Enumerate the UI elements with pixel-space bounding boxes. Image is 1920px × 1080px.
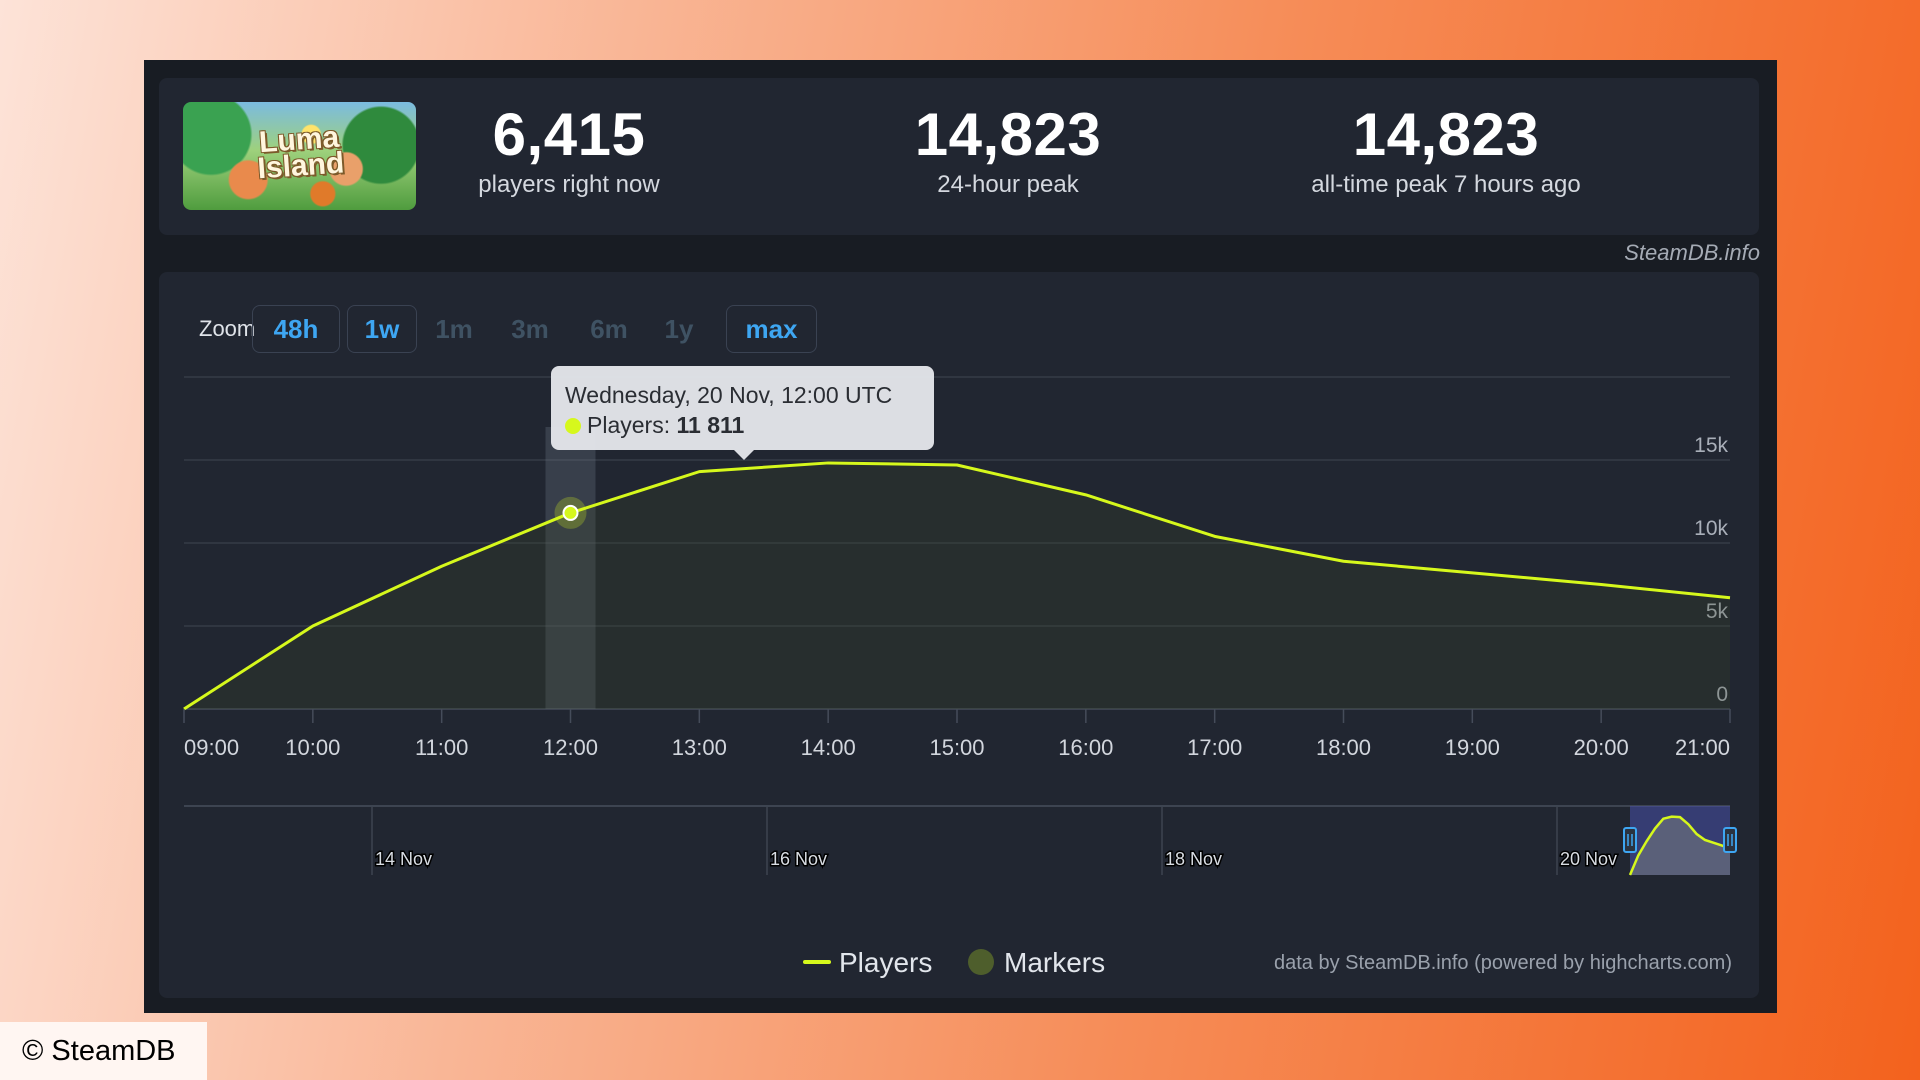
peak-24h-label: 24-hour peak — [937, 171, 1079, 198]
x-tick-label: 18:00 — [1316, 735, 1371, 760]
legend-label-markers: Markers — [1004, 947, 1106, 978]
current-players-value: 6,415 — [492, 101, 646, 168]
x-tick-label: 14:00 — [801, 735, 856, 760]
chart-tooltip: Wednesday, 20 Nov, 12:00 UTC Players: 11… — [551, 366, 934, 460]
x-tick-label: 17:00 — [1187, 735, 1242, 760]
hover-point-marker — [562, 504, 579, 521]
all-time-peak-label: all-time peak 7 hours ago — [1311, 171, 1581, 198]
copyright-notice: © SteamDB — [0, 1022, 207, 1080]
markers-dot-icon — [968, 949, 994, 975]
x-tick-label: 15:00 — [929, 735, 984, 760]
tooltip-series-dot-icon — [565, 418, 581, 434]
legend-item-players[interactable]: Players — [803, 947, 932, 979]
stat-all-time-peak: 14,823 all-time peak 7 hours ago — [1246, 100, 1646, 200]
x-tick-label: 10:00 — [285, 735, 340, 760]
x-tick-label: 19:00 — [1445, 735, 1500, 760]
current-players-label: players right now — [478, 171, 660, 198]
legend-label-players: Players — [839, 947, 933, 978]
navigator-left-handle[interactable] — [1623, 827, 1637, 853]
x-tick-label: 20:00 — [1574, 735, 1629, 760]
x-tick-label: 13:00 — [672, 735, 727, 760]
chart-card: Zoom 48h 1w 1m 3m 6m 1y max 05k10k15k09:… — [159, 272, 1759, 998]
stat-current-players: 6,415 players right now — [369, 100, 769, 200]
steamdb-panel: Luma Island 6,415 players right now 14,8… — [144, 60, 1777, 1013]
tooltip-series-row: Players: 11 811 — [565, 410, 920, 440]
chart-credits-link[interactable]: data by SteamDB.info (powered by highcha… — [1274, 952, 1732, 975]
navigator-date-label: 18 Nov — [1165, 849, 1222, 869]
navigator-date-label: 20 Nov — [1560, 849, 1617, 869]
players-area-fill — [184, 462, 1730, 709]
stat-24h-peak: 14,823 24-hour peak — [808, 100, 1208, 200]
all-time-peak-value: 14,823 — [1352, 101, 1540, 168]
x-tick-label: 16:00 — [1058, 735, 1113, 760]
legend-item-markers[interactable]: Markers — [968, 947, 1105, 979]
steamdb-watermark: SteamDB.info — [1624, 240, 1760, 265]
peak-24h-value: 14,823 — [914, 101, 1102, 168]
navigator-date-label: 16 Nov — [770, 849, 827, 869]
players-line-icon — [803, 960, 831, 964]
y-tick-label: 15k — [1694, 434, 1728, 457]
x-tick-label: 21:00 — [1675, 735, 1730, 760]
player-count-chart[interactable]: 05k10k15k09:0010:0011:0012:0013:0014:001… — [159, 272, 1759, 998]
tooltip-value: 11 811 — [676, 412, 745, 438]
x-tick-label: 09:00 — [184, 735, 239, 760]
game-logo-text: Luma Island — [255, 120, 345, 186]
x-tick-label: 12:00 — [543, 735, 598, 760]
stats-card: Luma Island 6,415 players right now 14,8… — [159, 78, 1759, 235]
x-tick-label: 11:00 — [415, 735, 468, 760]
tooltip-header: Wednesday, 20 Nov, 12:00 UTC — [565, 382, 893, 408]
tooltip-series-label: Players: — [587, 412, 677, 438]
navigator-date-label: 14 Nov — [375, 849, 432, 869]
navigator-right-handle[interactable] — [1723, 827, 1737, 853]
y-tick-label: 10k — [1694, 517, 1728, 540]
